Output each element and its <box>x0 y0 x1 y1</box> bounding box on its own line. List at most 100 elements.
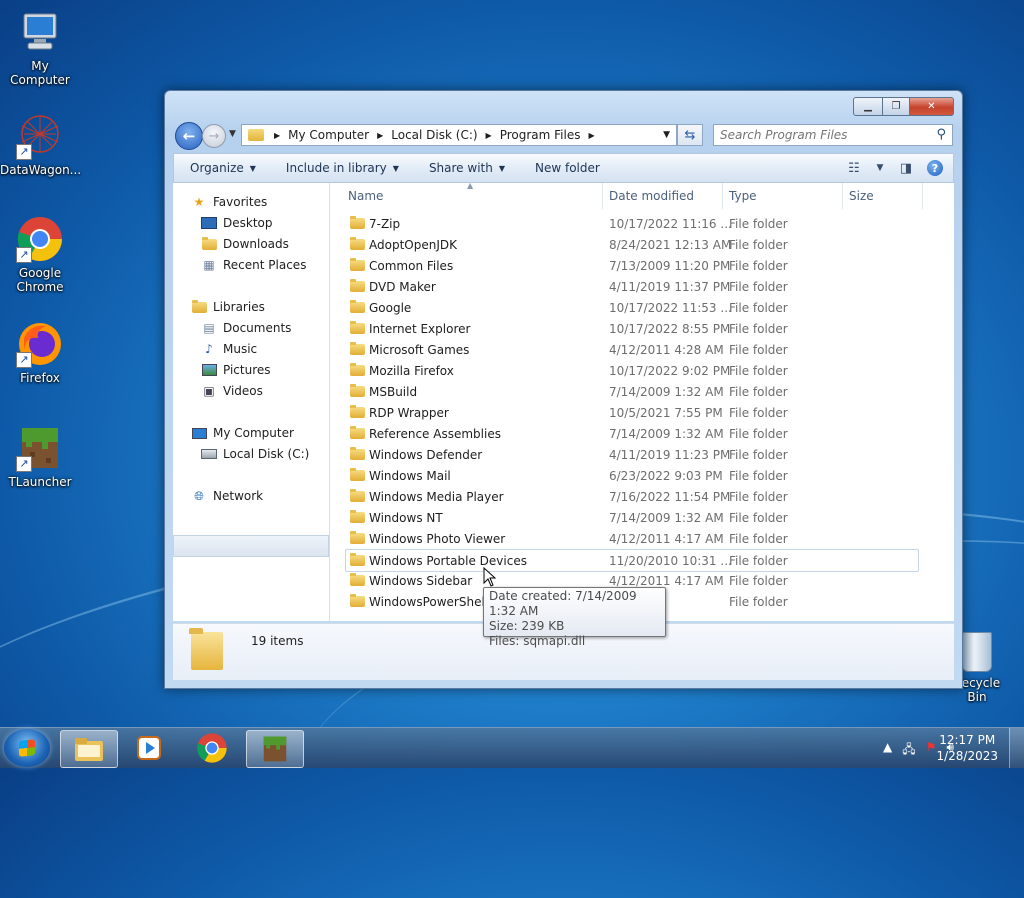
show-desktop-button[interactable] <box>1009 728 1024 768</box>
folder-icon <box>350 594 365 607</box>
folder-icon <box>350 237 365 250</box>
chrome-icon: ↗ <box>16 215 64 263</box>
folder-icon <box>350 405 365 418</box>
close-button[interactable]: ✕ <box>910 97 954 116</box>
nav-item-desktop[interactable]: Desktop <box>201 216 273 230</box>
file-row[interactable]: Microsoft Games 4/12/2011 4:28 AM File fol… <box>330 339 910 360</box>
nav-item-local-disk[interactable]: Local Disk (C:) <box>201 447 309 461</box>
address-bar[interactable]: ▶ My Computer ▶ Local Disk (C:) ▶ Progra… <box>241 124 677 146</box>
nav-item-recent-places[interactable]: ▦ Recent Places <box>201 258 306 272</box>
file-row[interactable]: RDP Wrapper 10/5/2021 7:55 PM File folder <box>330 402 910 423</box>
column-divider[interactable] <box>922 183 923 209</box>
file-row[interactable]: DVD Maker 4/11/2019 11:37 PM File folder <box>330 276 910 297</box>
chevron-right-icon[interactable]: ▶ <box>270 131 284 140</box>
preview-pane-icon[interactable]: ◨ <box>893 161 919 176</box>
taskbar-tlauncher[interactable] <box>246 730 304 768</box>
breadcrumb-program-files[interactable]: Program Files <box>496 128 585 142</box>
nav-item-music[interactable]: ♪ Music <box>201 342 257 356</box>
share-with-menu[interactable]: Share with ▼ <box>413 161 519 175</box>
search-input[interactable] <box>720 128 920 142</box>
recycle-bin-icon <box>962 632 992 672</box>
file-row[interactable]: Mozilla Firefox 10/17/2022 9:02 PM File fo… <box>330 360 910 381</box>
chevron-right-icon[interactable]: ▶ <box>482 131 496 140</box>
show-hidden-icons-arrow[interactable]: ▲ <box>883 740 892 761</box>
forward-button[interactable]: → <box>202 124 226 148</box>
folder-icon <box>350 258 365 271</box>
desktop-icon-firefox[interactable]: ↗ Firefox <box>0 320 80 385</box>
nav-item-libraries[interactable]: Libraries <box>191 299 265 314</box>
refresh-button[interactable]: ⇆ <box>677 124 703 146</box>
column-divider[interactable] <box>722 183 723 209</box>
breadcrumb-local-disk[interactable]: Local Disk (C:) <box>387 128 481 142</box>
column-divider[interactable] <box>842 183 843 209</box>
maximize-button[interactable]: ❐ <box>883 97 910 116</box>
file-row[interactable]: Windows Photo Viewer 4/12/2011 4:17 AM Fil… <box>330 528 910 549</box>
nav-item-videos[interactable]: ▣ Videos <box>201 384 263 398</box>
file-row[interactable]: Google 10/17/2022 11:53 ... File folder <box>330 297 910 318</box>
organize-menu[interactable]: Organize ▼ <box>174 161 270 175</box>
nav-item-downloads[interactable]: Downloads <box>201 236 289 251</box>
folder-info-tooltip: Date created: 7/14/2009 1:32 AM Size: 23… <box>483 587 666 648</box>
column-header-name[interactable]: Name <box>348 189 383 203</box>
file-row[interactable]: Common Files 7/13/2009 11:20 PM File folde… <box>330 255 910 276</box>
file-type: File folder <box>729 405 788 420</box>
file-date-modified: 10/17/2022 9:02 PM <box>609 363 731 378</box>
view-options-dropdown[interactable]: ▼ <box>867 163 893 173</box>
address-history-dropdown[interactable]: ▼ <box>657 130 676 140</box>
star-icon: ★ <box>193 195 205 209</box>
file-type: File folder <box>729 279 788 294</box>
search-icon[interactable]: ⚲ <box>936 127 946 142</box>
desktop-icon-tlauncher[interactable]: ↗ TLauncher <box>0 424 80 489</box>
help-icon[interactable]: ? <box>927 160 943 176</box>
nav-item-favorites[interactable]: ★ Favorites <box>191 195 268 209</box>
start-button[interactable] <box>4 729 50 767</box>
file-row[interactable]: MSBuild 7/14/2009 1:32 AM File folder <box>330 381 910 402</box>
clock[interactable]: 12:17 PM 1/28/2023 <box>936 732 998 764</box>
column-header-type[interactable]: Type <box>729 189 757 203</box>
chevron-right-icon[interactable]: ▶ <box>584 131 598 140</box>
taskbar-google-chrome[interactable] <box>184 730 240 766</box>
view-details-icon[interactable]: ☷ <box>841 161 867 176</box>
column-header-size[interactable]: Size <box>849 189 874 203</box>
recent-pages-dropdown[interactable]: ▼ <box>229 129 236 139</box>
folder-icon <box>248 129 264 141</box>
pictures-icon <box>201 363 217 377</box>
file-row[interactable]: 7-Zip 10/17/2022 11:16 ... File folder <box>330 213 910 234</box>
nav-item-label: Network <box>213 489 264 503</box>
file-row[interactable]: Reference Assemblies 7/14/2009 1:32 AM Fil… <box>330 423 910 444</box>
desktop-icon-datawagon[interactable]: ↗ DataWagon... <box>0 112 81 177</box>
search-box[interactable]: ⚲ <box>713 124 953 146</box>
desktop-icon-google-chrome[interactable]: ↗ Google Chrome <box>0 215 80 294</box>
file-date-modified: 7/14/2009 1:32 AM <box>609 384 724 399</box>
taskbar-media-player[interactable] <box>121 730 177 766</box>
file-type: File folder <box>729 342 788 357</box>
breadcrumb-my-computer[interactable]: My Computer <box>284 128 373 142</box>
new-folder-button[interactable]: New folder <box>519 161 614 175</box>
file-row[interactable]: Windows Defender 4/11/2019 11:23 PM File f… <box>330 444 910 465</box>
nav-item-network[interactable]: 🌐︎ Network <box>191 489 264 504</box>
taskbar-explorer[interactable] <box>60 730 118 768</box>
file-row[interactable]: Windows Portable Devices 11/20/2010 10:31… <box>345 549 919 572</box>
file-row[interactable]: AdoptOpenJDK 8/24/2021 12:13 AM File folde… <box>330 234 910 255</box>
file-row[interactable]: Internet Explorer 10/17/2022 8:55 PM File … <box>330 318 910 339</box>
column-headers: ▲ Name Date modified Type Size <box>330 181 954 209</box>
column-divider[interactable] <box>602 183 603 209</box>
chevron-right-icon[interactable]: ▶ <box>373 131 387 140</box>
include-in-library-menu[interactable]: Include in library ▼ <box>270 161 413 175</box>
file-row[interactable]: Windows Media Player 7/16/2022 11:54 PM Fi… <box>330 486 910 507</box>
file-row[interactable]: Windows Mail 6/23/2022 9:03 PM File folder <box>330 465 910 486</box>
command-bar: Organize ▼ Include in library ▼ Share with… <box>173 153 954 183</box>
nav-item-label: My Computer <box>213 426 294 440</box>
action-center-flag-icon[interactable]: ⚑ <box>926 740 937 761</box>
chevron-down-icon: ▼ <box>249 163 256 173</box>
back-button[interactable]: ← <box>175 122 203 150</box>
network-status-icon[interactable]: 🖧︎ <box>902 740 915 761</box>
desktop-icon-my-computer[interactable]: My Computer <box>0 8 80 87</box>
nav-item-pictures[interactable]: Pictures <box>201 363 271 377</box>
nav-item-my-computer[interactable]: My Computer <box>191 426 294 440</box>
nav-item-documents[interactable]: ▤ Documents <box>201 321 291 335</box>
minimize-button[interactable]: ▁ <box>853 97 883 116</box>
nav-item-label: Downloads <box>223 237 289 251</box>
column-header-date-modified[interactable]: Date modified <box>609 189 694 203</box>
file-row[interactable]: Windows NT 7/14/2009 1:32 AM File folder <box>330 507 910 528</box>
